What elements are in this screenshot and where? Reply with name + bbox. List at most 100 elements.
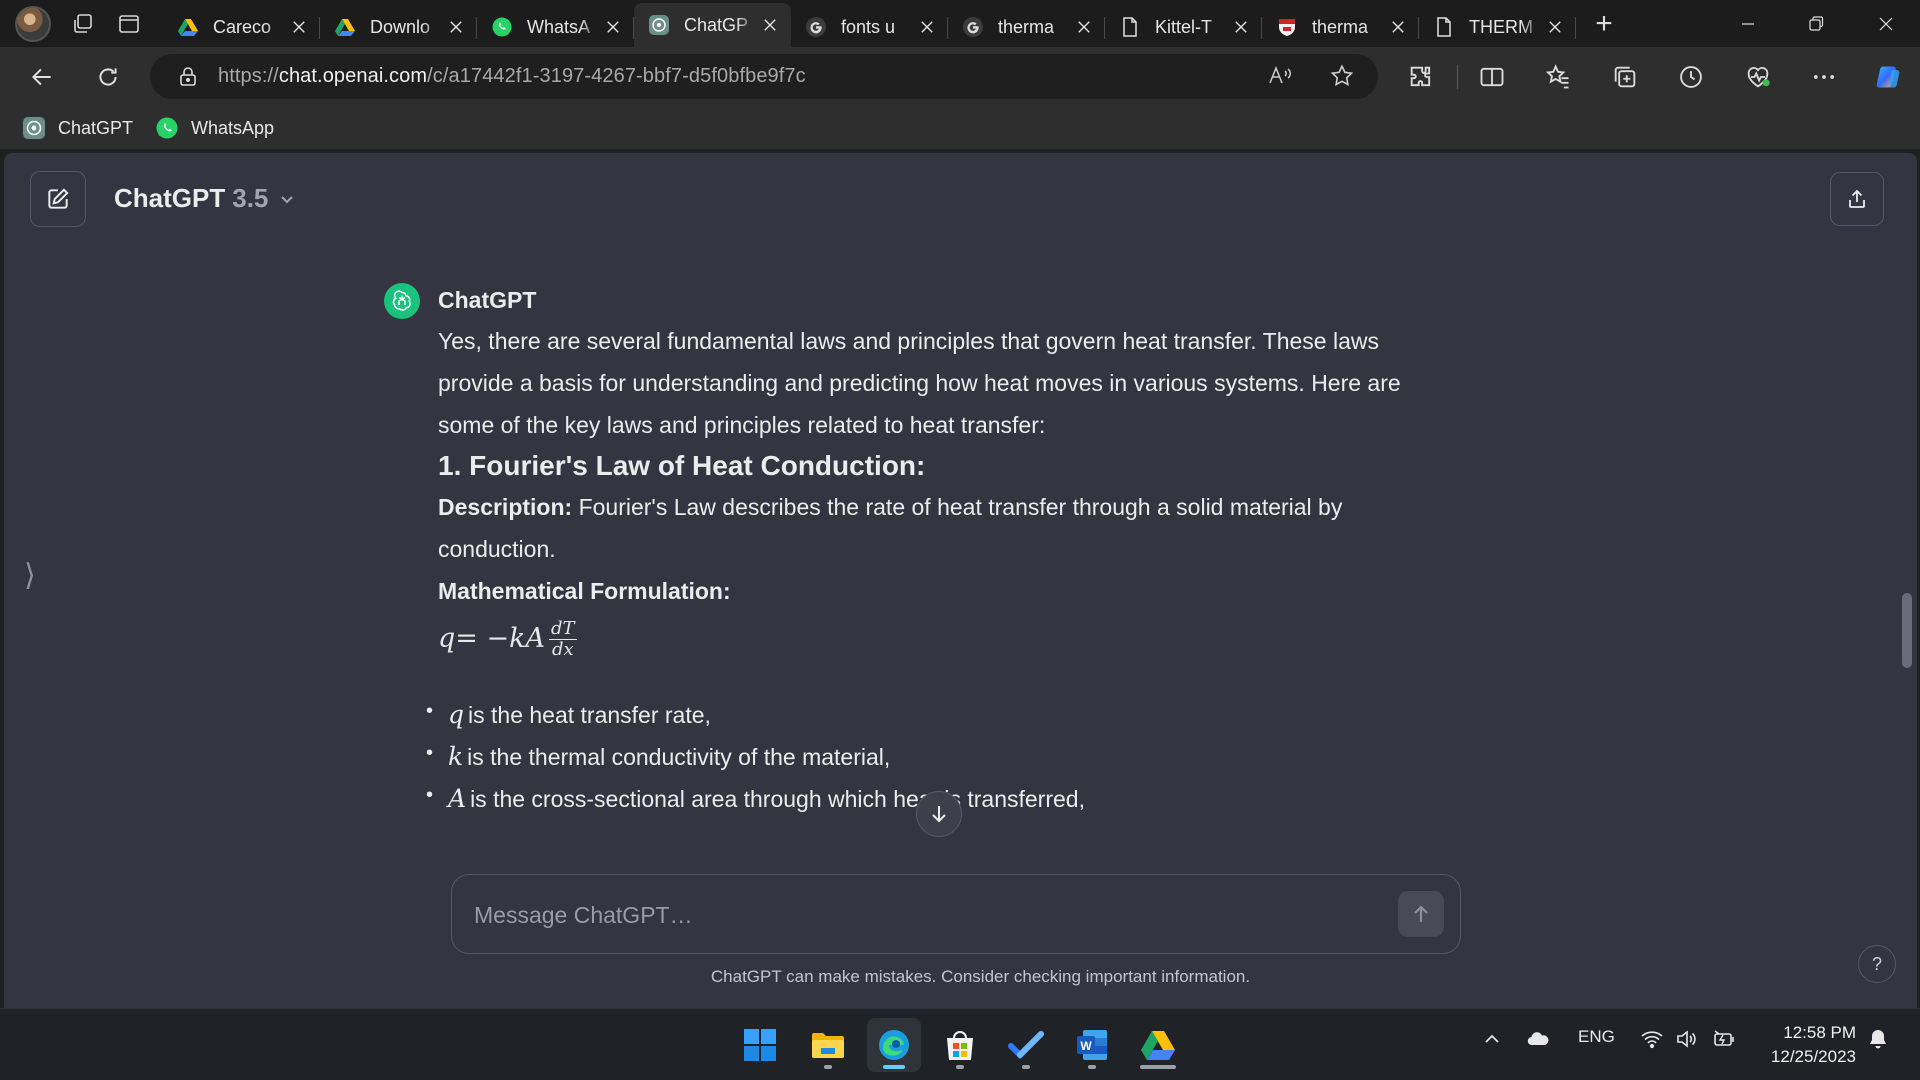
close-icon[interactable] xyxy=(1544,16,1566,38)
list-item: qis the heat transfer rate, xyxy=(426,690,1418,736)
tab-label: ChatGP xyxy=(684,14,749,35)
wifi-icon[interactable] xyxy=(1640,1027,1664,1051)
tab-actions-icon[interactable] xyxy=(109,4,149,44)
chatgpt-page: ChatGPT 3.5 ⟩ ChatGPT Yes, there are sev… xyxy=(4,153,1917,1008)
language-indicator[interactable]: ENG xyxy=(1578,1027,1615,1047)
notification-bell-icon[interactable] xyxy=(1866,1027,1890,1051)
formula-q: q xyxy=(438,623,456,654)
favorite-label: ChatGPT xyxy=(58,117,134,138)
browser-tab[interactable]: ChatGP xyxy=(634,3,791,47)
message-input[interactable] xyxy=(474,895,1374,935)
formula-fraction: dT dx xyxy=(549,617,577,660)
onedrive-icon[interactable] xyxy=(1526,1027,1550,1051)
google-drive-icon[interactable] xyxy=(1131,1018,1185,1072)
section-heading: 1. Fourier's Law of Heat Conduction: xyxy=(438,450,926,481)
favorite-label: WhatsApp xyxy=(191,117,275,138)
page-scrollbar[interactable] xyxy=(1902,593,1912,668)
tab-label: WhatsA xyxy=(527,16,591,37)
copilot-icon[interactable] xyxy=(1868,59,1908,95)
browser-tab[interactable]: Downlo xyxy=(320,7,477,47)
system-clock[interactable]: 12:58 PM 12/25/2023 xyxy=(1756,1021,1856,1069)
variable-symbol: k xyxy=(448,742,464,771)
address-bar[interactable]: https://chat.openai.com/c/a17442f1-3197-… xyxy=(150,54,1378,99)
share-icon xyxy=(1849,189,1865,208)
new-chat-button[interactable] xyxy=(30,171,86,227)
send-button[interactable] xyxy=(1398,891,1444,937)
more-menu-icon[interactable] xyxy=(1806,59,1842,95)
tab-label: Careco xyxy=(213,16,272,37)
url-text[interactable]: https://chat.openai.com/c/a17442f1-3197-… xyxy=(218,65,806,88)
browser-tab[interactable]: THERM xyxy=(1419,7,1576,47)
variable-text: is the cross-sectional area through whic… xyxy=(470,786,1085,812)
browser-tab[interactable]: Kittel-T xyxy=(1105,7,1262,47)
help-button[interactable]: ? xyxy=(1858,945,1896,983)
lock-icon[interactable] xyxy=(176,65,200,89)
battery-icon[interactable] xyxy=(1712,1027,1736,1051)
clock-date: 12/25/2023 xyxy=(1770,1047,1856,1066)
model-selector[interactable]: ChatGPT 3.5 xyxy=(114,183,296,214)
toolbar-divider xyxy=(1457,65,1458,89)
edit-icon xyxy=(48,188,69,209)
close-icon[interactable] xyxy=(1387,16,1409,38)
close-icon[interactable] xyxy=(602,16,624,38)
document-icon xyxy=(1119,16,1141,38)
browser-tab[interactable]: therma xyxy=(1262,7,1419,47)
word-icon[interactable]: W xyxy=(1065,1018,1119,1072)
windows-start-icon[interactable] xyxy=(733,1018,787,1072)
chevron-up-icon[interactable] xyxy=(1480,1027,1504,1051)
extensions-icon[interactable] xyxy=(1403,59,1439,95)
chatgpt-icon xyxy=(648,14,670,36)
volume-icon[interactable] xyxy=(1674,1027,1698,1051)
favorite-chatgpt[interactable]: ChatGPT xyxy=(22,116,133,140)
close-icon[interactable] xyxy=(1230,16,1252,38)
file-explorer-icon[interactable] xyxy=(801,1018,855,1072)
browser-tab[interactable]: Careco xyxy=(163,7,320,47)
minimize-button[interactable] xyxy=(1718,0,1778,47)
favorites-bar: ChatGPT WhatsApp xyxy=(0,107,1920,149)
running-indicator xyxy=(1088,1065,1096,1069)
microsoft-store-icon[interactable] xyxy=(933,1018,987,1072)
close-icon[interactable] xyxy=(288,16,310,38)
read-aloud-icon[interactable] xyxy=(1266,62,1294,90)
formulation-label: Mathematical Formulation: xyxy=(438,578,731,604)
sidebar-toggle-icon[interactable]: ⟩ xyxy=(24,558,36,593)
close-icon[interactable] xyxy=(916,16,938,38)
close-icon[interactable] xyxy=(759,14,781,36)
todo-icon[interactable] xyxy=(999,1018,1053,1072)
tab-label: fonts u xyxy=(841,16,896,37)
formula-numerator: dT xyxy=(549,617,577,640)
close-icon[interactable] xyxy=(445,16,467,38)
favorites-icon[interactable] xyxy=(1540,59,1576,95)
new-tab-button[interactable]: + xyxy=(1584,4,1624,44)
workspaces-icon[interactable] xyxy=(63,4,103,44)
restore-button[interactable] xyxy=(1786,0,1846,47)
collections-icon[interactable] xyxy=(1607,59,1643,95)
google-icon xyxy=(962,16,984,38)
disclaimer-text: ChatGPT can make mistakes. Consider chec… xyxy=(710,967,1251,986)
svg-text:W: W xyxy=(1080,1039,1092,1053)
back-button[interactable] xyxy=(22,57,62,97)
scroll-to-bottom-button[interactable] xyxy=(916,791,962,837)
google-drive-icon xyxy=(334,16,356,38)
split-screen-icon[interactable] xyxy=(1474,59,1510,95)
profile-avatar[interactable] xyxy=(15,5,51,42)
close-window-button[interactable] xyxy=(1856,0,1916,47)
browser-tab[interactable]: WhatsA xyxy=(477,7,634,47)
whatsapp-icon xyxy=(155,116,179,140)
browser-essentials-icon[interactable] xyxy=(1740,59,1776,95)
edge-icon[interactable] xyxy=(867,1018,921,1072)
openai-logo-icon xyxy=(392,290,411,311)
favorite-star-icon[interactable] xyxy=(1328,62,1356,90)
browser-tab[interactable]: therma xyxy=(948,7,1105,47)
share-button[interactable] xyxy=(1830,172,1884,226)
favorite-whatsapp[interactable]: WhatsApp xyxy=(155,116,274,140)
arrow-down-icon xyxy=(932,806,946,823)
google-drive-icon xyxy=(177,16,199,38)
close-icon[interactable] xyxy=(1073,16,1095,38)
refresh-button[interactable] xyxy=(88,57,128,97)
chatgpt-avatar xyxy=(384,283,420,319)
variable-symbol: q xyxy=(448,700,465,729)
google-icon xyxy=(805,16,827,38)
history-icon[interactable] xyxy=(1673,59,1709,95)
browser-tab[interactable]: fonts u xyxy=(791,7,948,47)
